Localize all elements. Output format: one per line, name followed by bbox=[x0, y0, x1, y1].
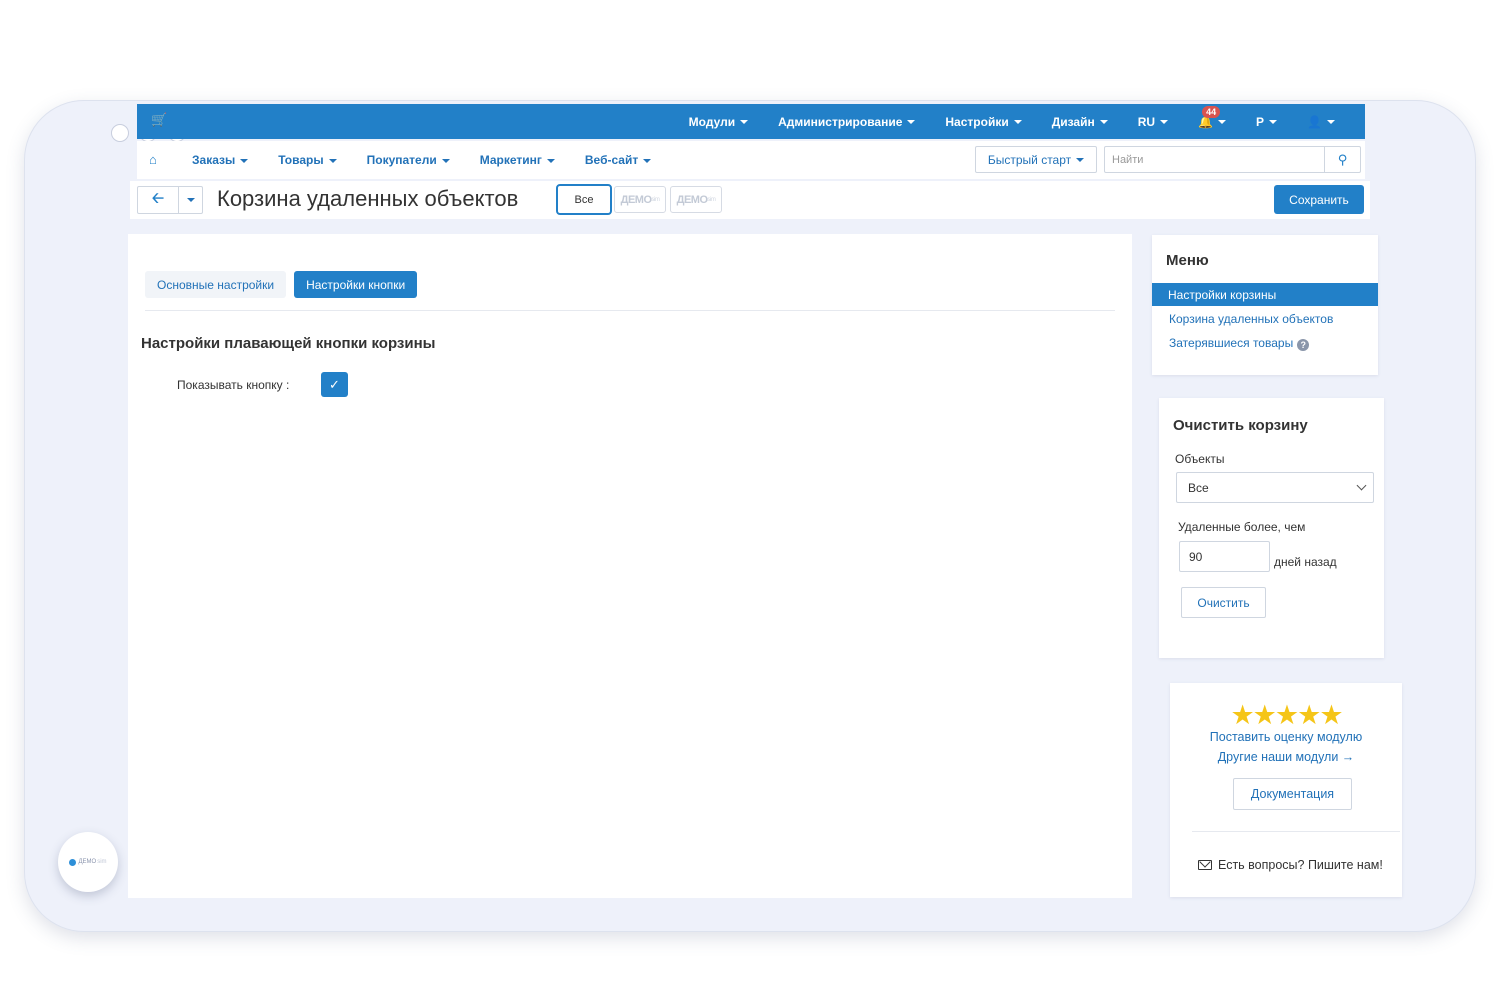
other-modules-link[interactable]: Другие наши модули → bbox=[1170, 750, 1402, 764]
menu-item-lost-products[interactable]: Затерявшиеся товары? bbox=[1169, 336, 1310, 351]
star-icon[interactable]: ★ bbox=[1297, 700, 1321, 730]
caret-down-icon bbox=[643, 158, 652, 163]
star-icon[interactable]: ★ bbox=[1253, 700, 1277, 730]
caret-down-icon bbox=[186, 198, 195, 202]
nav-products[interactable]: Товары bbox=[278, 153, 337, 167]
top-navbar: 🛒 Модули Администрирование Настройки Диз… bbox=[137, 104, 1365, 139]
back-dropdown-toggle[interactable] bbox=[178, 187, 202, 213]
days-suffix: дней назад bbox=[1274, 555, 1337, 569]
menu-title: Меню bbox=[1166, 252, 1209, 269]
back-button-group: 🡠 bbox=[137, 186, 203, 214]
page-header: 🡠 Корзина удаленных объектов Все ДЕМО sim… bbox=[130, 181, 1370, 219]
contact-link[interactable]: Есть вопросы? Пишите нам! bbox=[1198, 858, 1383, 872]
section-title: Настройки плавающей кнопки корзины bbox=[141, 335, 436, 352]
nav-orders[interactable]: Заказы bbox=[192, 153, 249, 167]
caret-down-icon bbox=[328, 158, 337, 163]
search-icon[interactable]: ⚲ bbox=[1324, 147, 1360, 172]
menu-item-deleted-objects[interactable]: Корзина удаленных объектов bbox=[1169, 312, 1333, 326]
caret-down-icon bbox=[1269, 120, 1278, 125]
help-icon[interactable]: ? bbox=[1297, 339, 1310, 351]
nav-administration[interactable]: Администрирование bbox=[778, 115, 916, 129]
user-menu[interactable]: 👤 bbox=[1307, 115, 1335, 129]
tab-basic-settings[interactable]: Основные настройки bbox=[145, 271, 287, 298]
logo-icon bbox=[69, 858, 77, 866]
nav-website[interactable]: Веб-сайт bbox=[585, 153, 652, 167]
older-than-label: Удаленные более, чем bbox=[1178, 520, 1306, 534]
caret-down-icon bbox=[907, 120, 916, 125]
notification-badge: 44 bbox=[1202, 105, 1221, 118]
rate-module-link[interactable]: Поставить оценку модулю bbox=[1170, 730, 1402, 744]
objects-label: Объекты bbox=[1175, 452, 1225, 466]
window-dot bbox=[111, 124, 129, 142]
envelope-icon bbox=[1198, 860, 1212, 870]
nav-currency[interactable]: Р bbox=[1256, 115, 1278, 129]
notifications-button[interactable]: 🔔 44 bbox=[1198, 105, 1227, 129]
rating-stars[interactable]: ★★★★★ bbox=[1170, 700, 1402, 731]
menu-card: Меню Настройки корзины Корзина удаленных… bbox=[1152, 235, 1378, 375]
main-panel: Основные настройки Настройки кнопки Наст… bbox=[128, 234, 1132, 898]
caret-down-icon bbox=[240, 158, 249, 163]
caret-down-icon bbox=[1218, 120, 1227, 125]
caret-down-icon bbox=[740, 120, 749, 125]
menu-item-cart-settings[interactable]: Настройки корзины bbox=[1152, 283, 1378, 306]
nav-settings[interactable]: Настройки bbox=[945, 115, 1022, 129]
search-input[interactable] bbox=[1105, 147, 1324, 172]
top-nav-menu: Модули Администрирование Настройки Дизай… bbox=[689, 104, 1365, 139]
nav-language[interactable]: RU bbox=[1138, 115, 1169, 129]
clear-cart-title: Очистить корзину bbox=[1173, 417, 1308, 434]
rating-card: ★★★★★ Поставить оценку модулю Другие наш… bbox=[1170, 683, 1402, 897]
filter-all-button[interactable]: Все bbox=[556, 184, 612, 215]
days-input[interactable]: 90 bbox=[1179, 541, 1270, 572]
settings-tabs: Основные настройки Настройки кнопки bbox=[145, 271, 425, 298]
caret-down-icon bbox=[1099, 120, 1108, 125]
section-links: Заказы Товары Покупатели Маркетинг Веб-с… bbox=[192, 153, 681, 167]
star-icon[interactable]: ★ bbox=[1319, 700, 1343, 730]
quick-start-button[interactable]: Быстрый старт bbox=[975, 146, 1097, 173]
caret-down-icon bbox=[1076, 157, 1085, 162]
nav-marketing[interactable]: Маркетинг bbox=[480, 153, 555, 167]
check-icon: ✓ bbox=[329, 376, 340, 392]
arrow-left-icon[interactable]: 🡠 bbox=[138, 187, 178, 213]
clear-button[interactable]: Очистить bbox=[1181, 587, 1266, 618]
nav-modules[interactable]: Модули bbox=[689, 115, 749, 129]
tab-button-settings[interactable]: Настройки кнопки bbox=[294, 271, 418, 298]
clear-cart-card: Очистить корзину Объекты Все Удаленные б… bbox=[1159, 398, 1384, 658]
star-icon[interactable]: ★ bbox=[1230, 700, 1254, 730]
divider bbox=[1192, 831, 1400, 832]
divider bbox=[145, 310, 1115, 311]
documentation-button[interactable]: Документация bbox=[1233, 778, 1352, 810]
caret-down-icon bbox=[1327, 120, 1335, 125]
home-icon[interactable]: ⌂ bbox=[149, 152, 157, 167]
secondary-navbar: ⌂ Заказы Товары Покупатели Маркетинг Веб… bbox=[137, 141, 1365, 179]
caret-down-icon bbox=[441, 158, 450, 163]
cart-icon[interactable]: 🛒 bbox=[151, 112, 167, 128]
star-icon[interactable]: ★ bbox=[1275, 700, 1299, 730]
caret-down-icon bbox=[1160, 120, 1169, 125]
objects-select[interactable]: Все bbox=[1176, 472, 1374, 503]
nav-design[interactable]: Дизайн bbox=[1052, 115, 1108, 129]
show-button-checkbox[interactable]: ✓ bbox=[321, 372, 348, 397]
page-title: Корзина удаленных объектов bbox=[217, 186, 519, 211]
save-button[interactable]: Сохранить bbox=[1274, 185, 1364, 214]
show-button-label: Показывать кнопку : bbox=[177, 378, 290, 392]
search-box: ⚲ bbox=[1104, 146, 1361, 173]
chevron-down-icon bbox=[1356, 480, 1367, 491]
demo-logo[interactable]: ДЕМО sim bbox=[58, 832, 118, 892]
caret-down-icon bbox=[1013, 120, 1022, 125]
user-icon: 👤 bbox=[1307, 114, 1322, 129]
demo-site-button[interactable]: ДЕМО sim bbox=[670, 186, 722, 213]
demo-site-button[interactable]: ДЕМО sim bbox=[614, 186, 666, 213]
nav-customers[interactable]: Покупатели bbox=[367, 153, 450, 167]
caret-down-icon bbox=[546, 158, 555, 163]
